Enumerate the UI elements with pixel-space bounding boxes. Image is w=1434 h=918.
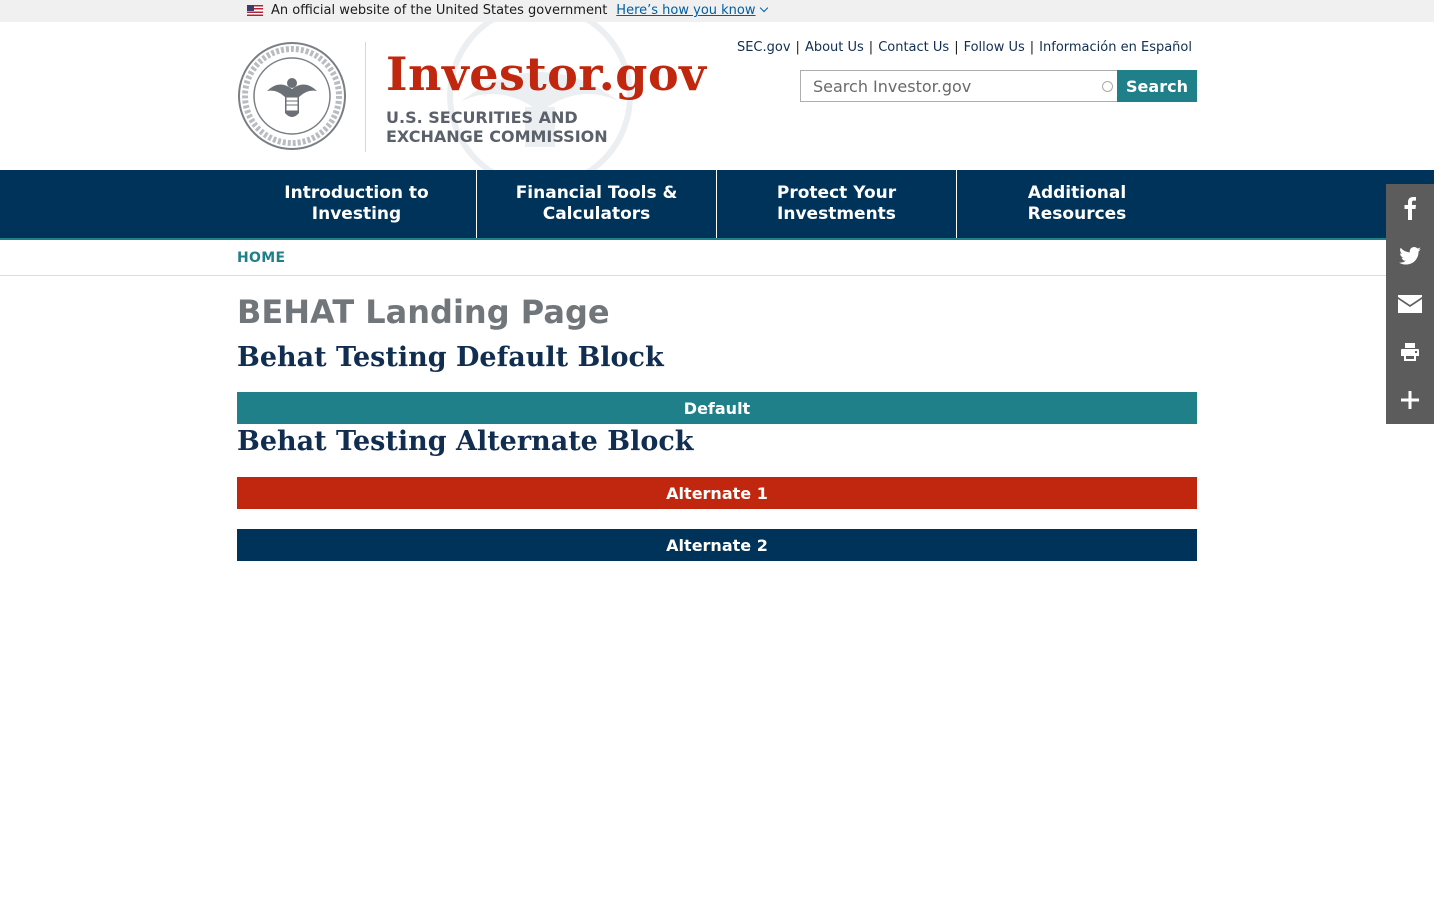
share-sidebar xyxy=(1386,184,1434,424)
email-icon xyxy=(1398,295,1422,313)
facebook-icon xyxy=(1404,197,1416,220)
breadcrumb: HOME xyxy=(0,240,1434,276)
about-us-link[interactable]: About Us xyxy=(805,40,864,55)
main-nav: Introduction to Investing Financial Tools… xyxy=(0,170,1434,240)
default-block-heading: Behat Testing Default Block xyxy=(237,342,664,373)
utility-links: SEC.gov | About Us | Contact Us | Follow… xyxy=(736,40,1192,55)
site-title[interactable]: Investor.gov xyxy=(386,46,706,102)
search-placeholder: Search Investor.gov xyxy=(813,76,972,96)
alternate-block-heading: Behat Testing Alternate Block xyxy=(237,426,694,457)
share-twitter-button[interactable] xyxy=(1386,232,1434,280)
share-email-button[interactable] xyxy=(1386,280,1434,328)
default-button[interactable]: Default xyxy=(237,392,1197,424)
agency-name: U.S. SECURITIES AND EXCHANGE COMMISSION xyxy=(386,108,608,146)
loading-spinner-icon xyxy=(1102,81,1113,92)
search-button[interactable]: Search xyxy=(1117,70,1197,102)
contact-us-link[interactable]: Contact Us xyxy=(878,40,949,55)
site-header: Investor.gov U.S. SECURITIES AND EXCHANG… xyxy=(0,22,1434,170)
chevron-down-icon xyxy=(759,3,768,13)
share-facebook-button[interactable] xyxy=(1386,184,1434,232)
nav-item-introduction-to-investing[interactable]: Introduction to Investing xyxy=(237,170,477,238)
share-print-button[interactable] xyxy=(1386,328,1434,376)
nav-item-additional-resources[interactable]: Additional Resources xyxy=(957,170,1197,238)
follow-us-link[interactable]: Follow Us xyxy=(964,40,1025,55)
breadcrumb-home-link[interactable]: HOME xyxy=(237,250,285,266)
header-divider xyxy=(365,42,366,152)
page-title: BEHAT Landing Page xyxy=(237,293,610,331)
search-input[interactable]: Search Investor.gov xyxy=(800,70,1117,102)
search-form: Search Investor.gov Search xyxy=(800,70,1197,102)
twitter-icon xyxy=(1399,247,1421,265)
nav-item-protect-investments[interactable]: Protect Your Investments xyxy=(717,170,957,238)
gov-banner-text: An official website of the United States… xyxy=(271,3,608,18)
main-content: BEHAT Landing Page Behat Testing Default… xyxy=(237,290,1197,561)
nav-item-financial-tools[interactable]: Financial Tools & Calculators xyxy=(477,170,717,238)
gov-banner: An official website of the United States… xyxy=(0,0,1434,22)
more-icon xyxy=(1401,391,1419,409)
spanish-info-link[interactable]: Información en Español xyxy=(1039,40,1192,55)
alternate-1-button[interactable]: Alternate 1 xyxy=(237,477,1197,509)
us-flag-icon xyxy=(247,5,263,16)
how-you-know-link[interactable]: Here’s how you know xyxy=(616,3,768,18)
alternate-2-button[interactable]: Alternate 2 xyxy=(237,529,1197,561)
share-more-button[interactable] xyxy=(1386,376,1434,424)
print-icon xyxy=(1401,343,1419,361)
sec-seal-logo xyxy=(238,42,346,150)
site-brand[interactable]: Investor.gov U.S. SECURITIES AND EXCHANG… xyxy=(386,46,706,146)
sec-gov-link[interactable]: SEC.gov xyxy=(737,40,791,55)
